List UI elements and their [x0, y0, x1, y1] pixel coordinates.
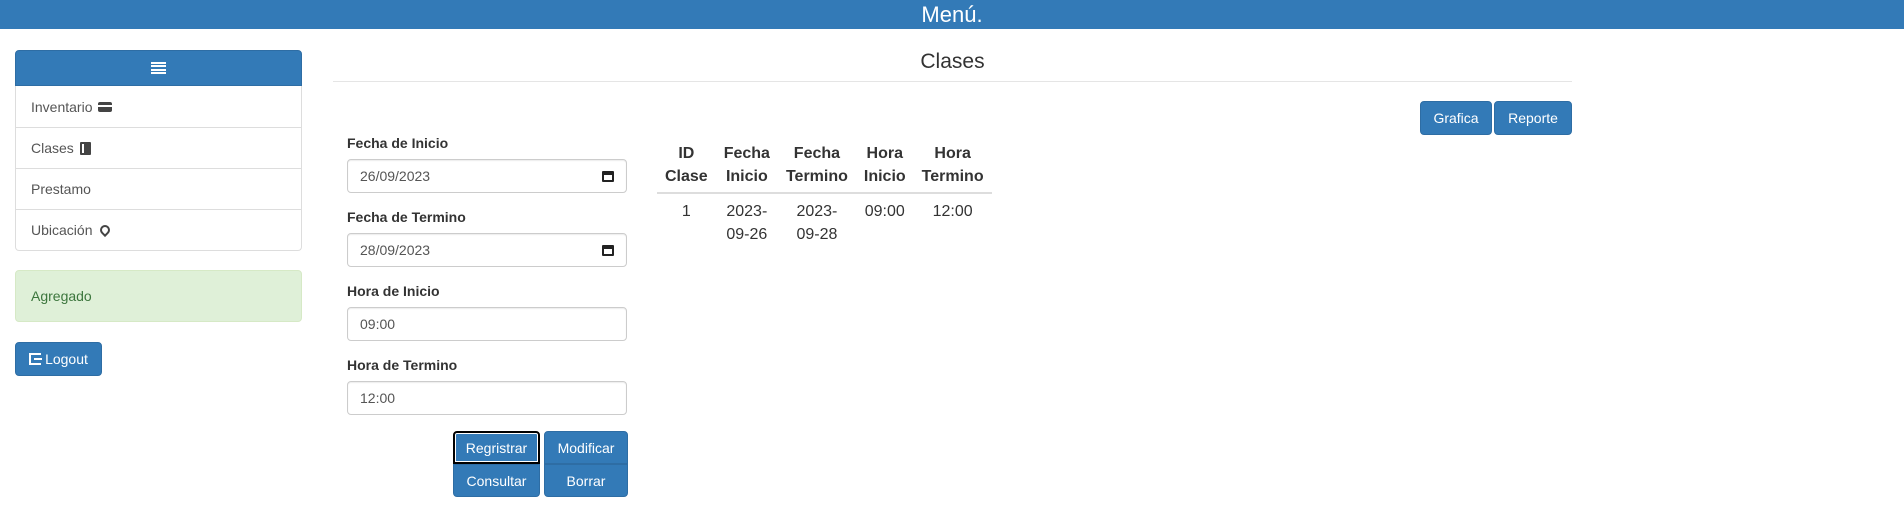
- table-row[interactable]: 1 2023- 09-26 2023- 09-28 09:00 12:00: [657, 193, 992, 252]
- calendar-icon[interactable]: [602, 170, 614, 182]
- header-hora-inicio: Hora Inicio: [855, 138, 914, 194]
- sidebar-item-label: Inventario: [31, 98, 93, 115]
- sidebar-item-ubicacion[interactable]: Ubicación: [16, 209, 301, 250]
- header-id-clase: ID Clase: [657, 138, 716, 194]
- grafica-button[interactable]: Grafica: [1420, 101, 1492, 135]
- hora-inicio-label: Hora de Inicio: [347, 283, 440, 299]
- sidebar-toggle-button[interactable]: [15, 50, 302, 86]
- sidebar-item-label: Ubicación: [31, 222, 93, 238]
- fecha-inicio-input[interactable]: 26/09/2023: [347, 159, 627, 193]
- sidebar-item-label: Clases: [31, 140, 74, 156]
- page-title: Clases: [333, 50, 1572, 82]
- cell-fecha-termino: 2023- 09-28: [796, 203, 838, 243]
- hora-termino-value: 12:00: [360, 390, 396, 406]
- cell-id-clase: 1: [681, 203, 691, 220]
- fecha-inicio-value: 26/09/2023: [360, 168, 431, 184]
- hora-termino-input[interactable]: 12:00: [347, 381, 627, 415]
- credit-card-icon: [98, 101, 113, 112]
- sidebar-item-clases[interactable]: Clases: [16, 127, 301, 168]
- cell-hora-termino: 12:00: [932, 203, 973, 220]
- book-icon: [79, 141, 91, 155]
- page-title-text: Clases: [920, 50, 985, 73]
- reporte-button[interactable]: Reporte: [1494, 101, 1572, 135]
- sidebar-item-label: Prestamo: [31, 181, 91, 197]
- modificar-button[interactable]: Modificar: [544, 431, 628, 464]
- borrar-button[interactable]: Borrar: [544, 464, 628, 497]
- logout-label: Logout: [45, 351, 88, 367]
- sidebar-item-prestamo[interactable]: Prestamo: [16, 168, 301, 209]
- alert-text: Agregado: [31, 288, 92, 304]
- fecha-inicio-label: Fecha de Inicio: [347, 135, 449, 151]
- consultar-button[interactable]: Consultar: [453, 464, 540, 497]
- success-alert: Agregado: [15, 270, 302, 322]
- cell-fecha-inicio: 2023- 09-26: [726, 203, 768, 243]
- class-form: Fecha de Inicio 26/09/2023 Fecha de Term…: [347, 133, 627, 429]
- sidebar-item-inventario[interactable]: Inventario: [16, 86, 301, 127]
- header-fecha-termino: Fecha Termino: [777, 138, 856, 194]
- calendar-icon[interactable]: [602, 244, 614, 256]
- logout-button[interactable]: Logout: [15, 342, 102, 376]
- menu-title: Menú.: [921, 2, 983, 27]
- registrar-button[interactable]: Regristrar: [453, 431, 540, 464]
- hora-inicio-value: 09:00: [360, 316, 396, 332]
- menu-hamburger-icon: [151, 61, 166, 75]
- cell-hora-inicio: 09:00: [864, 203, 905, 220]
- map-pin-icon: [98, 222, 113, 238]
- sidebar: Inventario Clases Prestamo Ubicación: [15, 50, 302, 251]
- top-menu-bar: Menú.: [0, 0, 1904, 29]
- header-fecha-inicio: Fecha Inicio: [715, 138, 778, 194]
- fecha-termino-input[interactable]: 28/09/2023: [347, 233, 627, 267]
- table-header-row: ID Clase Fecha Inicio Fecha Termino Hora Ini…: [657, 138, 992, 194]
- hora-inicio-input[interactable]: 09:00: [347, 307, 627, 341]
- header-hora-termino: Hora Termino: [913, 138, 992, 194]
- logout-icon: [29, 353, 43, 365]
- fecha-termino-value: 28/09/2023: [360, 242, 431, 258]
- hora-termino-label: Hora de Termino: [347, 357, 458, 373]
- fecha-termino-label: Fecha de Termino: [347, 209, 466, 225]
- clases-table: ID Clase Fecha Inicio Fecha Termino Hora Ini…: [657, 138, 992, 252]
- sidebar-list: Inventario Clases Prestamo Ubicación: [15, 86, 302, 251]
